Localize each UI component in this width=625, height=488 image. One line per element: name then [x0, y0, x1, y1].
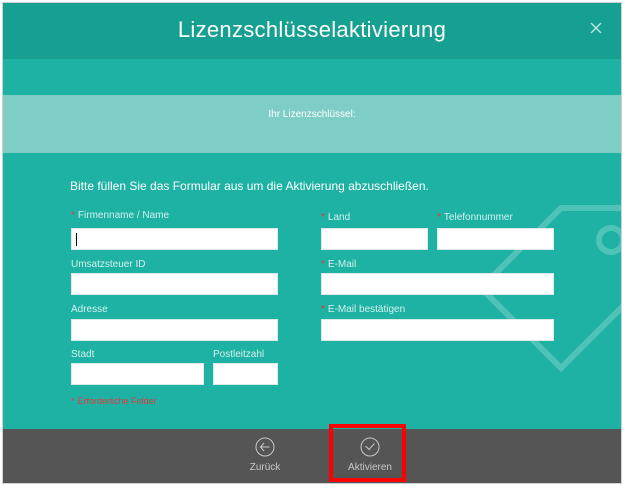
country-label: * Land [321, 212, 351, 223]
back-button[interactable]: Zurück [235, 437, 295, 483]
arrow-left-circle-icon [255, 437, 275, 457]
zip-label: Postleitzahl [213, 349, 265, 360]
vat-label: Umsatzsteuer ID [71, 259, 146, 270]
address-input[interactable] [71, 319, 278, 341]
close-button[interactable] [585, 17, 607, 39]
window-title: Lizenzschlüsselaktivierung [177, 17, 447, 42]
company-input[interactable] [71, 228, 278, 250]
text-cursor [76, 233, 77, 246]
city-input[interactable] [71, 363, 204, 385]
license-key-label: Ihr Lizenzschlüssel: [268, 109, 356, 120]
activate-button[interactable]: Aktivieren [340, 437, 400, 483]
license-activation-window: Lizenzschlüsselaktivierung Ihr Lizenzsch… [2, 2, 622, 484]
check-circle-icon [360, 437, 380, 457]
email-label: * E-Mail [321, 259, 357, 270]
form-instruction: Bitte füllen Sie das Formular aus um die… [70, 179, 429, 193]
phone-label: * Telefonnummer [437, 212, 513, 223]
email-confirm-input[interactable] [321, 319, 554, 341]
activate-label: Aktivieren [348, 462, 392, 473]
city-label: Stadt [71, 349, 95, 360]
email-input[interactable] [321, 273, 554, 295]
license-key-bar: Ihr Lizenzschlüssel: [3, 95, 621, 153]
address-label: Adresse [71, 304, 108, 315]
country-input[interactable] [321, 228, 428, 250]
company-label: * Firmenname / Name [71, 210, 170, 221]
email-confirm-label: * E-Mail bestätigen [321, 304, 406, 315]
title-bar: Lizenzschlüsselaktivierung [3, 3, 621, 59]
zip-input[interactable] [213, 363, 278, 385]
phone-input[interactable] [437, 228, 554, 250]
footer-bar: Zurück Aktivieren [3, 429, 621, 483]
vat-input[interactable] [71, 273, 278, 295]
required-fields-note: * Erforderliche Felder [71, 396, 157, 406]
back-label: Zurück [249, 462, 281, 473]
close-icon [590, 22, 602, 34]
